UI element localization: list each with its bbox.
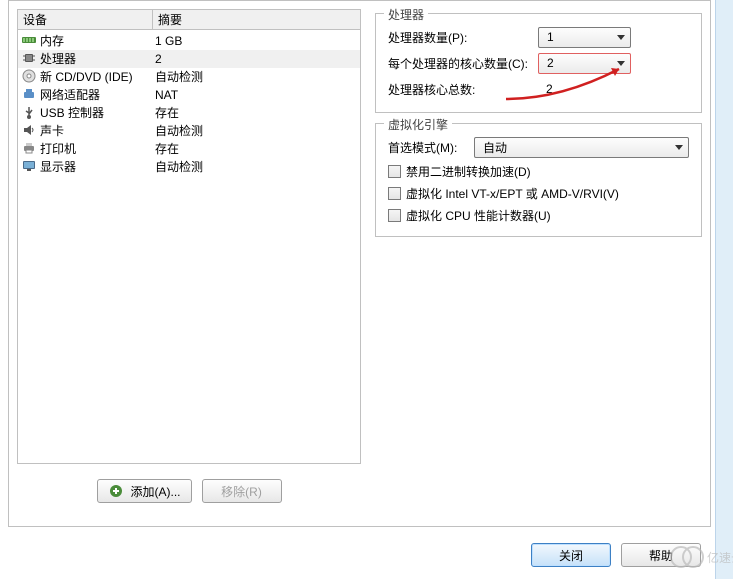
table-row[interactable]: 声卡 自动检测	[18, 122, 360, 140]
cpu-cores-select[interactable]: 2	[538, 53, 631, 74]
mode-value: 自动	[483, 139, 507, 156]
table-row[interactable]: 显示器 自动检测	[18, 158, 360, 176]
device-name: 网络适配器	[40, 86, 155, 104]
device-table: 设备 摘要 内存 1 GB 处理器 2 新 CD/DVD (IDE) 自动检测	[17, 9, 361, 464]
device-name: 打印机	[40, 140, 155, 158]
device-summary: 自动检测	[155, 68, 357, 86]
window-edge	[715, 0, 733, 579]
device-name: USB 控制器	[40, 104, 155, 122]
memory-icon	[21, 32, 37, 48]
cpu-cores-label: 每个处理器的核心数量(C):	[388, 55, 538, 72]
device-summary: NAT	[155, 86, 357, 104]
remove-label: 移除(R)	[221, 483, 262, 500]
table-row[interactable]: 处理器 2	[18, 50, 360, 68]
left-panel: 设备 摘要 内存 1 GB 处理器 2 新 CD/DVD (IDE) 自动检测	[17, 9, 361, 518]
device-summary: 自动检测	[155, 158, 357, 176]
checkbox-icon	[388, 165, 401, 178]
table-header: 设备 摘要	[18, 10, 360, 30]
watermark: 亿速云	[667, 544, 733, 573]
device-name: 内存	[40, 32, 155, 50]
checkbox-label: 禁用二进制转换加速(D)	[406, 163, 531, 180]
device-name: 新 CD/DVD (IDE)	[40, 68, 155, 86]
device-name: 显示器	[40, 158, 155, 176]
cpu-group: 处理器 处理器数量(P): 1 每个处理器的核心数量(C): 2 处理器核心总数…	[375, 13, 702, 113]
virt-legend: 虚拟化引擎	[384, 116, 452, 133]
header-summary[interactable]: 摘要	[153, 10, 360, 29]
table-row[interactable]: USB 控制器 存在	[18, 104, 360, 122]
remove-button[interactable]: 移除(R)	[202, 479, 282, 503]
sound-icon	[21, 122, 37, 138]
virt-group: 虚拟化引擎 首选模式(M): 自动 禁用二进制转换加速(D) 虚拟化 Intel…	[375, 123, 702, 237]
cpu-count-select[interactable]: 1	[538, 27, 631, 48]
checkbox-disable-binary[interactable]: 禁用二进制转换加速(D)	[388, 160, 689, 182]
checkbox-label: 虚拟化 CPU 性能计数器(U)	[406, 207, 551, 224]
close-label: 关闭	[559, 547, 583, 564]
checkbox-icon	[388, 187, 401, 200]
table-row[interactable]: 内存 1 GB	[18, 32, 360, 50]
table-row[interactable]: 新 CD/DVD (IDE) 自动检测	[18, 68, 360, 86]
chevron-down-icon	[617, 61, 625, 66]
device-summary: 存在	[155, 104, 357, 122]
usb-icon	[21, 104, 37, 120]
add-icon	[108, 483, 124, 499]
device-summary: 存在	[155, 140, 357, 158]
cpu-cores-value: 2	[547, 56, 554, 70]
cpu-legend: 处理器	[384, 6, 428, 23]
table-row[interactable]: 网络适配器 NAT	[18, 86, 360, 104]
right-panel: 处理器 处理器数量(P): 1 每个处理器的核心数量(C): 2 处理器核心总数…	[369, 9, 702, 518]
table-body: 内存 1 GB 处理器 2 新 CD/DVD (IDE) 自动检测 网络适配器 …	[18, 30, 360, 178]
left-buttons: 添加(A)... 移除(R)	[17, 479, 361, 503]
device-name: 声卡	[40, 122, 155, 140]
display-icon	[21, 158, 37, 174]
cd-icon	[21, 68, 37, 84]
cpu-count-label: 处理器数量(P):	[388, 29, 538, 46]
chevron-down-icon	[675, 145, 683, 150]
checkbox-perf-counter[interactable]: 虚拟化 CPU 性能计数器(U)	[388, 204, 689, 226]
checkbox-icon	[388, 209, 401, 222]
add-label: 添加(A)...	[131, 483, 181, 500]
cpu-count-value: 1	[547, 30, 554, 44]
cpu-total-value: 2	[538, 82, 553, 96]
bottom-bar: 关闭 帮助	[0, 535, 733, 575]
cpu-total-label: 处理器核心总数:	[388, 81, 538, 98]
chevron-down-icon	[617, 35, 625, 40]
printer-icon	[21, 140, 37, 156]
checkbox-vtx[interactable]: 虚拟化 Intel VT-x/EPT 或 AMD-V/RVI(V)	[388, 182, 689, 204]
close-button[interactable]: 关闭	[531, 543, 611, 567]
device-name: 处理器	[40, 50, 155, 68]
network-icon	[21, 86, 37, 102]
device-summary: 2	[155, 50, 357, 68]
device-summary: 1 GB	[155, 32, 357, 50]
checkbox-label: 虚拟化 Intel VT-x/EPT 或 AMD-V/RVI(V)	[406, 185, 619, 202]
device-summary: 自动检测	[155, 122, 357, 140]
add-button[interactable]: 添加(A)...	[97, 479, 192, 503]
mode-label: 首选模式(M):	[388, 139, 474, 156]
header-device[interactable]: 设备	[18, 10, 153, 29]
mode-select[interactable]: 自动	[474, 137, 689, 158]
table-row[interactable]: 打印机 存在	[18, 140, 360, 158]
settings-dialog: 设备 摘要 内存 1 GB 处理器 2 新 CD/DVD (IDE) 自动检测	[8, 0, 711, 527]
cpu-icon	[21, 50, 37, 66]
svg-text:亿速云: 亿速云	[707, 550, 733, 565]
